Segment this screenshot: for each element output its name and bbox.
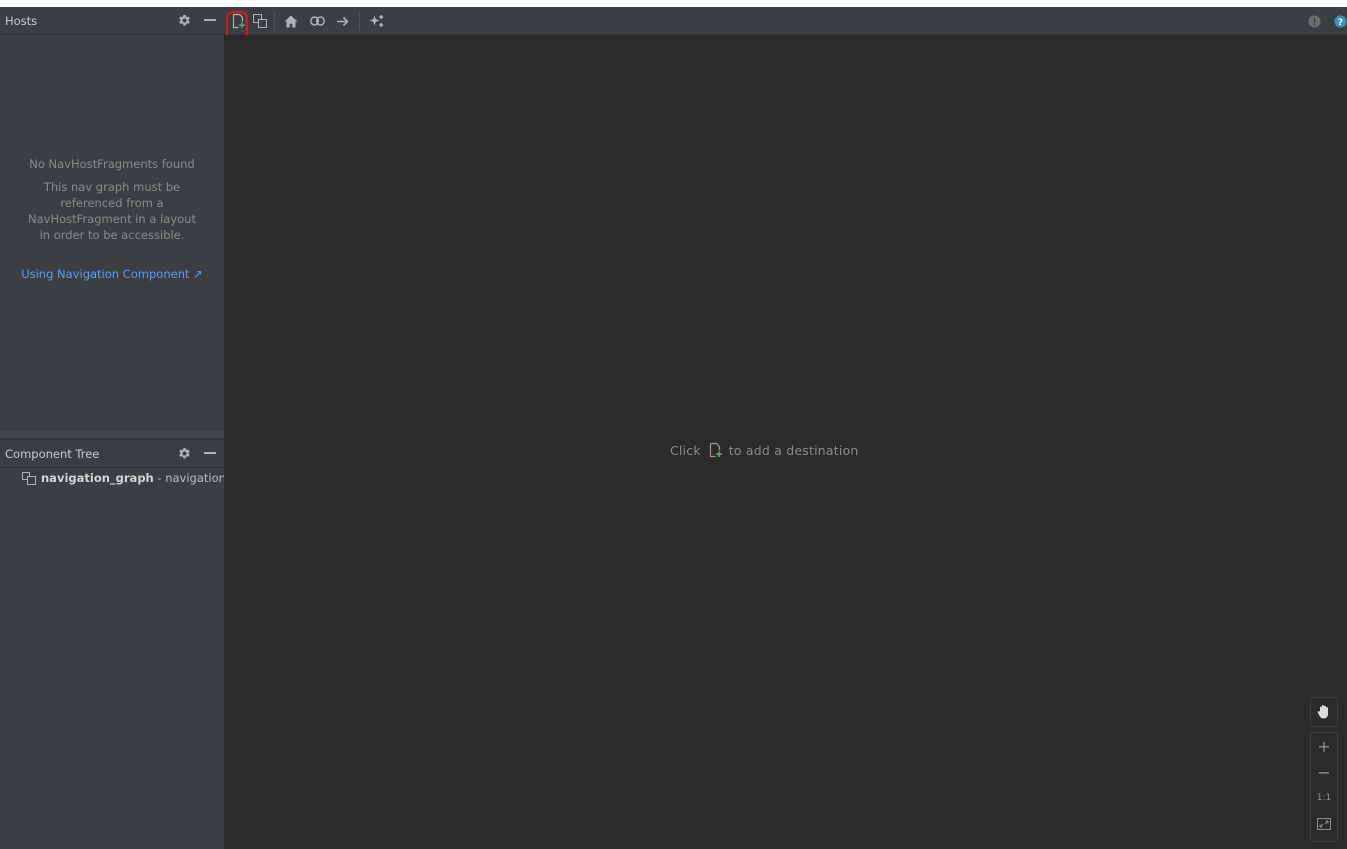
canvas-empty-hint: Click to add a destination [670,442,859,458]
hosts-panel-title: Hosts [5,14,38,28]
warning-icon[interactable] [1304,11,1324,31]
help-icon[interactable]: ? [1330,11,1347,31]
svg-text:?: ? [1337,18,1342,28]
minimize-icon[interactable] [202,12,218,28]
arrow-right-icon [336,16,349,26]
minimize-icon[interactable] [202,445,218,461]
zoom-in-button[interactable]: + [1311,733,1337,759]
tree-item-navigation-graph[interactable]: navigation_graph - navigation [22,470,226,486]
tree-item-name: navigation_graph [41,471,154,485]
nested-graph-icon [252,14,267,28]
design-toolbar: ? [224,7,1347,35]
pan-button[interactable] [1311,698,1337,724]
empty-state-title: No NavHostFragments found [29,157,195,171]
add-action-button[interactable] [333,11,353,31]
gear-icon[interactable] [176,445,192,461]
gear-icon[interactable] [176,12,192,28]
tree-item-type: - navigation [153,471,226,485]
nested-graph-icon [22,471,36,485]
component-tree-title: Component Tree [5,447,100,461]
zoom-out-button[interactable]: − [1311,759,1337,785]
new-destination-button[interactable] [229,11,249,31]
component-tree-header: Component Tree [0,439,224,468]
hosts-panel-body: No NavHostFragments found This nav graph… [0,35,224,431]
design-canvas[interactable]: Click to add a destination + − 1:1 [224,35,1347,849]
nested-graph-button[interactable] [250,11,270,31]
left-panel: Hosts No NavHostFragments found This nav… [0,7,226,849]
using-navigation-component-link[interactable]: Using Navigation Component ↗ [0,267,224,281]
actual-size-button[interactable]: 1:1 [1311,785,1337,811]
toolbar-separator [274,12,275,30]
add-deep-link-button[interactable] [307,11,327,31]
zoom-to-fit-button[interactable] [1311,811,1337,837]
hint-prefix: Click [670,442,701,458]
hosts-panel-header: Hosts [0,7,224,35]
toolbar-separator [359,12,360,30]
empty-state-description: This nav graph must be referenced from a… [28,180,196,242]
auto-arrange-button[interactable] [366,11,386,31]
fit-screen-icon [1317,818,1331,830]
zoom-controls: + − 1:1 [1310,732,1338,842]
navigation-editor: Hosts No NavHostFragments found This nav… [0,7,1347,849]
assign-start-destination-button[interactable] [281,11,301,31]
pan-control [1310,697,1338,727]
new-destination-icon [232,13,245,29]
panel-splitter[interactable] [0,431,224,437]
hand-icon [1317,704,1328,718]
hint-suffix: to add a destination [728,442,859,458]
new-destination-icon [709,442,722,458]
home-icon [284,15,298,27]
auto-arrange-icon [369,15,383,27]
link-icon [309,16,325,26]
